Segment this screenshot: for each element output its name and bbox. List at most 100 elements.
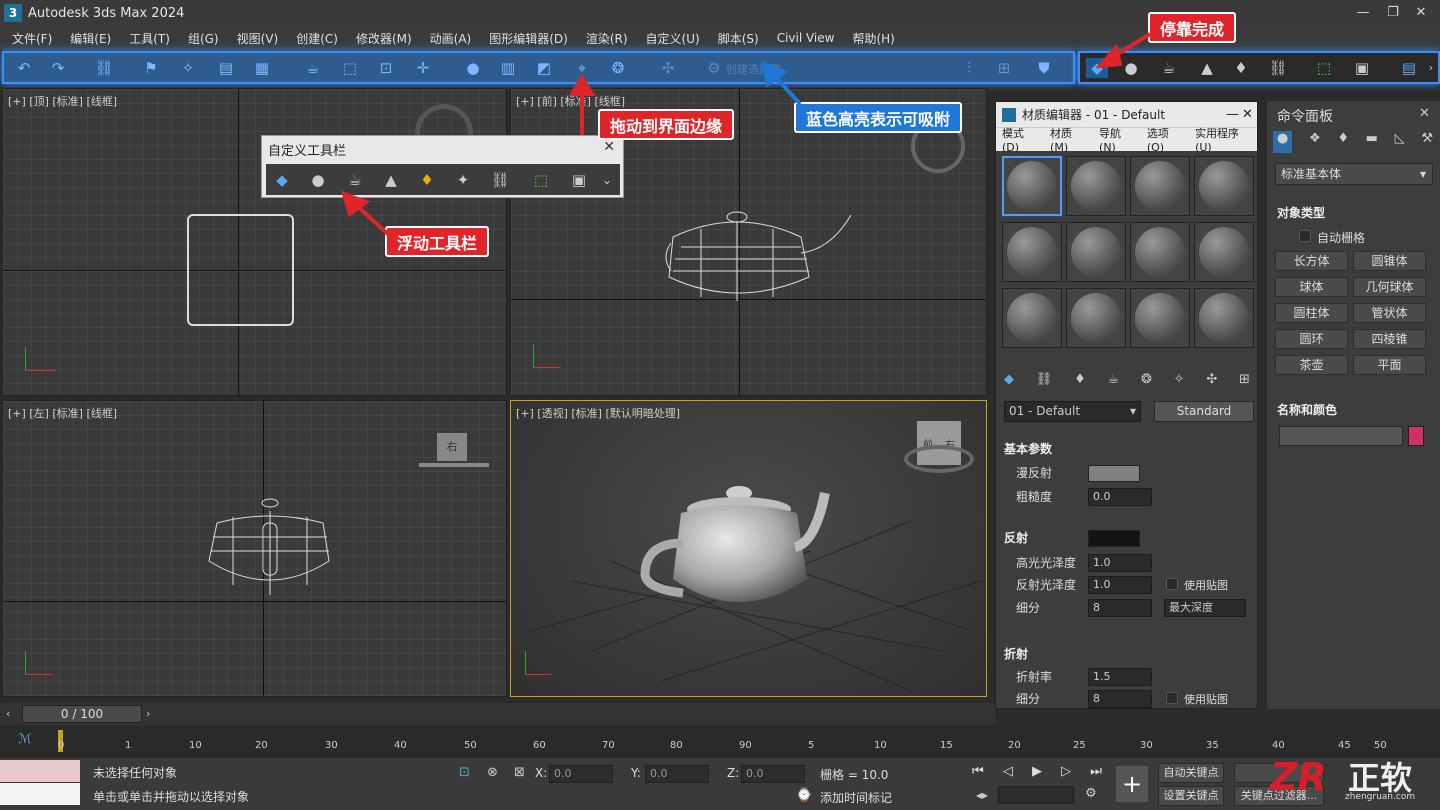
cone-icon[interactable]: ▲: [380, 169, 402, 191]
teapot-icon[interactable]: ☕: [344, 169, 366, 191]
max-depth-spinner[interactable]: 最大深度: [1164, 599, 1246, 617]
teapot-button[interactable]: 茶壶: [1275, 355, 1348, 375]
viewcube-face[interactable]: 右: [437, 433, 467, 461]
mat-menu-options[interactable]: 选项(O): [1141, 125, 1189, 154]
menu-animation[interactable]: 动画(A): [421, 30, 481, 47]
time-config-icon[interactable]: ⚙: [1085, 786, 1097, 801]
mat-menu-material[interactable]: 材质(M): [1044, 125, 1093, 154]
prev-frame-icon[interactable]: ‹: [6, 707, 10, 720]
cone-icon[interactable]: ▲: [1196, 58, 1218, 78]
time-tag-icon[interactable]: ⌚: [796, 788, 812, 803]
menu-create[interactable]: 创建(C): [287, 30, 347, 47]
render-frame-icon[interactable]: ▤: [1398, 58, 1420, 78]
subdiv-spinner[interactable]: 8: [1088, 599, 1152, 617]
goto-end-icon[interactable]: ⏭: [1090, 764, 1102, 782]
floating-toolbar[interactable]: 自定义工具栏 ✕ ◆ ● ☕ ▲ ♦ ✦ ⛓ ⬚ ▣ ⌄: [261, 135, 624, 198]
menu-file[interactable]: 文件(F): [3, 30, 61, 47]
select-object-icon[interactable]: ▦: [252, 58, 272, 78]
angle-snap-icon[interactable]: ⌖: [572, 58, 592, 78]
curve-editor-icon[interactable]: ℳ: [18, 732, 32, 747]
mat-menu-navigation[interactable]: 导航(N): [1093, 125, 1141, 154]
absolute-mode-icon[interactable]: ⊠: [514, 765, 525, 780]
render-setup-icon[interactable]: ▣: [1351, 58, 1373, 78]
next-key-icon[interactable]: ▷: [1061, 764, 1071, 782]
material-name-field[interactable]: 01 - Default ▾: [1004, 401, 1141, 422]
chevron-down-icon[interactable]: ⌄: [600, 169, 614, 191]
mirror-icon[interactable]: ⫶: [959, 58, 979, 78]
time-slider-thumb[interactable]: 0 / 100: [22, 705, 142, 723]
viewport-perspective[interactable]: [+] [透视] [标准] [默认明暗处理] 前 右: [510, 400, 987, 697]
material-slot[interactable]: [1130, 222, 1190, 282]
rect-select-icon[interactable]: ⬚: [340, 58, 360, 78]
refraction-rollout[interactable]: 折射: [1004, 645, 1028, 662]
geosphere-button[interactable]: 几何球体: [1353, 277, 1426, 297]
tube-button[interactable]: 管状体: [1353, 303, 1426, 323]
light-icon[interactable]: ♦: [1230, 58, 1252, 78]
minimize-button[interactable]: —: [1354, 4, 1372, 22]
play-icon[interactable]: ▶: [1032, 764, 1042, 782]
modify-tab-icon[interactable]: ❖: [1309, 131, 1321, 153]
menu-view[interactable]: 视图(V): [228, 30, 288, 47]
edit-named-sel-icon[interactable]: ⚙: [704, 58, 724, 78]
minimize-icon[interactable]: —: [1226, 107, 1239, 122]
material-slot[interactable]: [1194, 288, 1254, 348]
set-key-button[interactable]: 设置关键点: [1158, 786, 1224, 806]
material-slot[interactable]: [1130, 288, 1190, 348]
teapot-icon[interactable]: ☕: [1108, 372, 1120, 392]
viewport-front-label[interactable]: [+] [前] [标准] [线框]: [516, 93, 625, 109]
restore-button[interactable]: ❐: [1384, 4, 1402, 22]
motion-tab-icon[interactable]: ▬: [1366, 131, 1378, 153]
torus-button[interactable]: 圆环: [1275, 329, 1348, 349]
roughness-spinner[interactable]: 0.0: [1088, 488, 1152, 506]
cone-button[interactable]: 圆锥体: [1353, 251, 1426, 271]
material-slot[interactable]: [1194, 222, 1254, 282]
display-tab-icon[interactable]: ◺: [1395, 131, 1405, 153]
render-setup-icon[interactable]: ▣: [568, 169, 590, 191]
lightbulb-icon[interactable]: ✦: [452, 169, 474, 191]
sphere-icon[interactable]: ●: [1120, 58, 1142, 78]
object-name-input[interactable]: [1279, 426, 1403, 446]
isolate-icon[interactable]: ⊡: [459, 765, 470, 780]
percent-snap-icon[interactable]: ❂: [608, 58, 628, 78]
set-key-big-button[interactable]: +: [1116, 766, 1148, 802]
material-slot[interactable]: [1066, 156, 1126, 216]
link-chain-icon[interactable]: ⛓: [489, 169, 511, 191]
bind-spacewarp-icon[interactable]: ✧: [178, 58, 198, 78]
show-in-viewport-icon[interactable]: ✧: [1174, 372, 1185, 392]
menu-civil-view[interactable]: Civil View: [768, 31, 844, 45]
y-coordinate-field[interactable]: 0.0: [645, 765, 709, 783]
cylinder-button[interactable]: 圆柱体: [1275, 303, 1348, 323]
select-move-icon[interactable]: ✛: [413, 58, 433, 78]
gloss-spinner[interactable]: 1.0: [1088, 554, 1152, 572]
material-slot[interactable]: [1066, 222, 1126, 282]
current-frame-field[interactable]: [998, 786, 1074, 804]
menu-group[interactable]: 组(G): [179, 30, 228, 47]
x-coordinate-field[interactable]: 0.0: [549, 765, 613, 783]
material-slot[interactable]: [1002, 156, 1062, 216]
put-to-scene-icon[interactable]: ⛓: [1036, 372, 1053, 392]
box-button[interactable]: 长方体: [1275, 251, 1348, 271]
reset-map-icon[interactable]: ❂: [1141, 372, 1152, 392]
assign-material-icon[interactable]: ♦: [1074, 372, 1086, 392]
time-slider[interactable]: ‹ 0 / 100 ›: [0, 703, 995, 725]
window-crossing-icon[interactable]: ⊡: [376, 58, 396, 78]
box-icon[interactable]: ◆: [271, 169, 293, 191]
basic-params-rollout[interactable]: 基本参数: [1004, 440, 1052, 457]
floating-toolbar-title[interactable]: 自定义工具栏: [268, 140, 346, 159]
material-slot[interactable]: [1002, 288, 1062, 348]
menu-customize[interactable]: 自定义(U): [637, 30, 709, 47]
viewport-left-label[interactable]: [+] [左] [标准] [线框]: [8, 405, 117, 421]
ior-spinner[interactable]: 1.5: [1088, 668, 1152, 686]
diffuse-swatch[interactable]: [1088, 465, 1140, 482]
render-region-icon[interactable]: ⬚: [530, 169, 552, 191]
lock-selection-icon[interactable]: ⊗: [487, 765, 498, 780]
teapot-icon[interactable]: ☕: [303, 58, 323, 78]
material-slot[interactable]: [1066, 288, 1126, 348]
get-material-icon[interactable]: ◆: [1004, 372, 1014, 392]
sphere-icon[interactable]: ●: [307, 169, 329, 191]
link-chain-icon[interactable]: ⛓: [1267, 58, 1289, 78]
redo-icon[interactable]: ↷: [48, 58, 68, 78]
menu-modifiers[interactable]: 修改器(M): [347, 30, 421, 47]
scene-explorer-icon[interactable]: ⛊: [1034, 58, 1054, 78]
close-icon[interactable]: ✕: [1419, 106, 1430, 121]
